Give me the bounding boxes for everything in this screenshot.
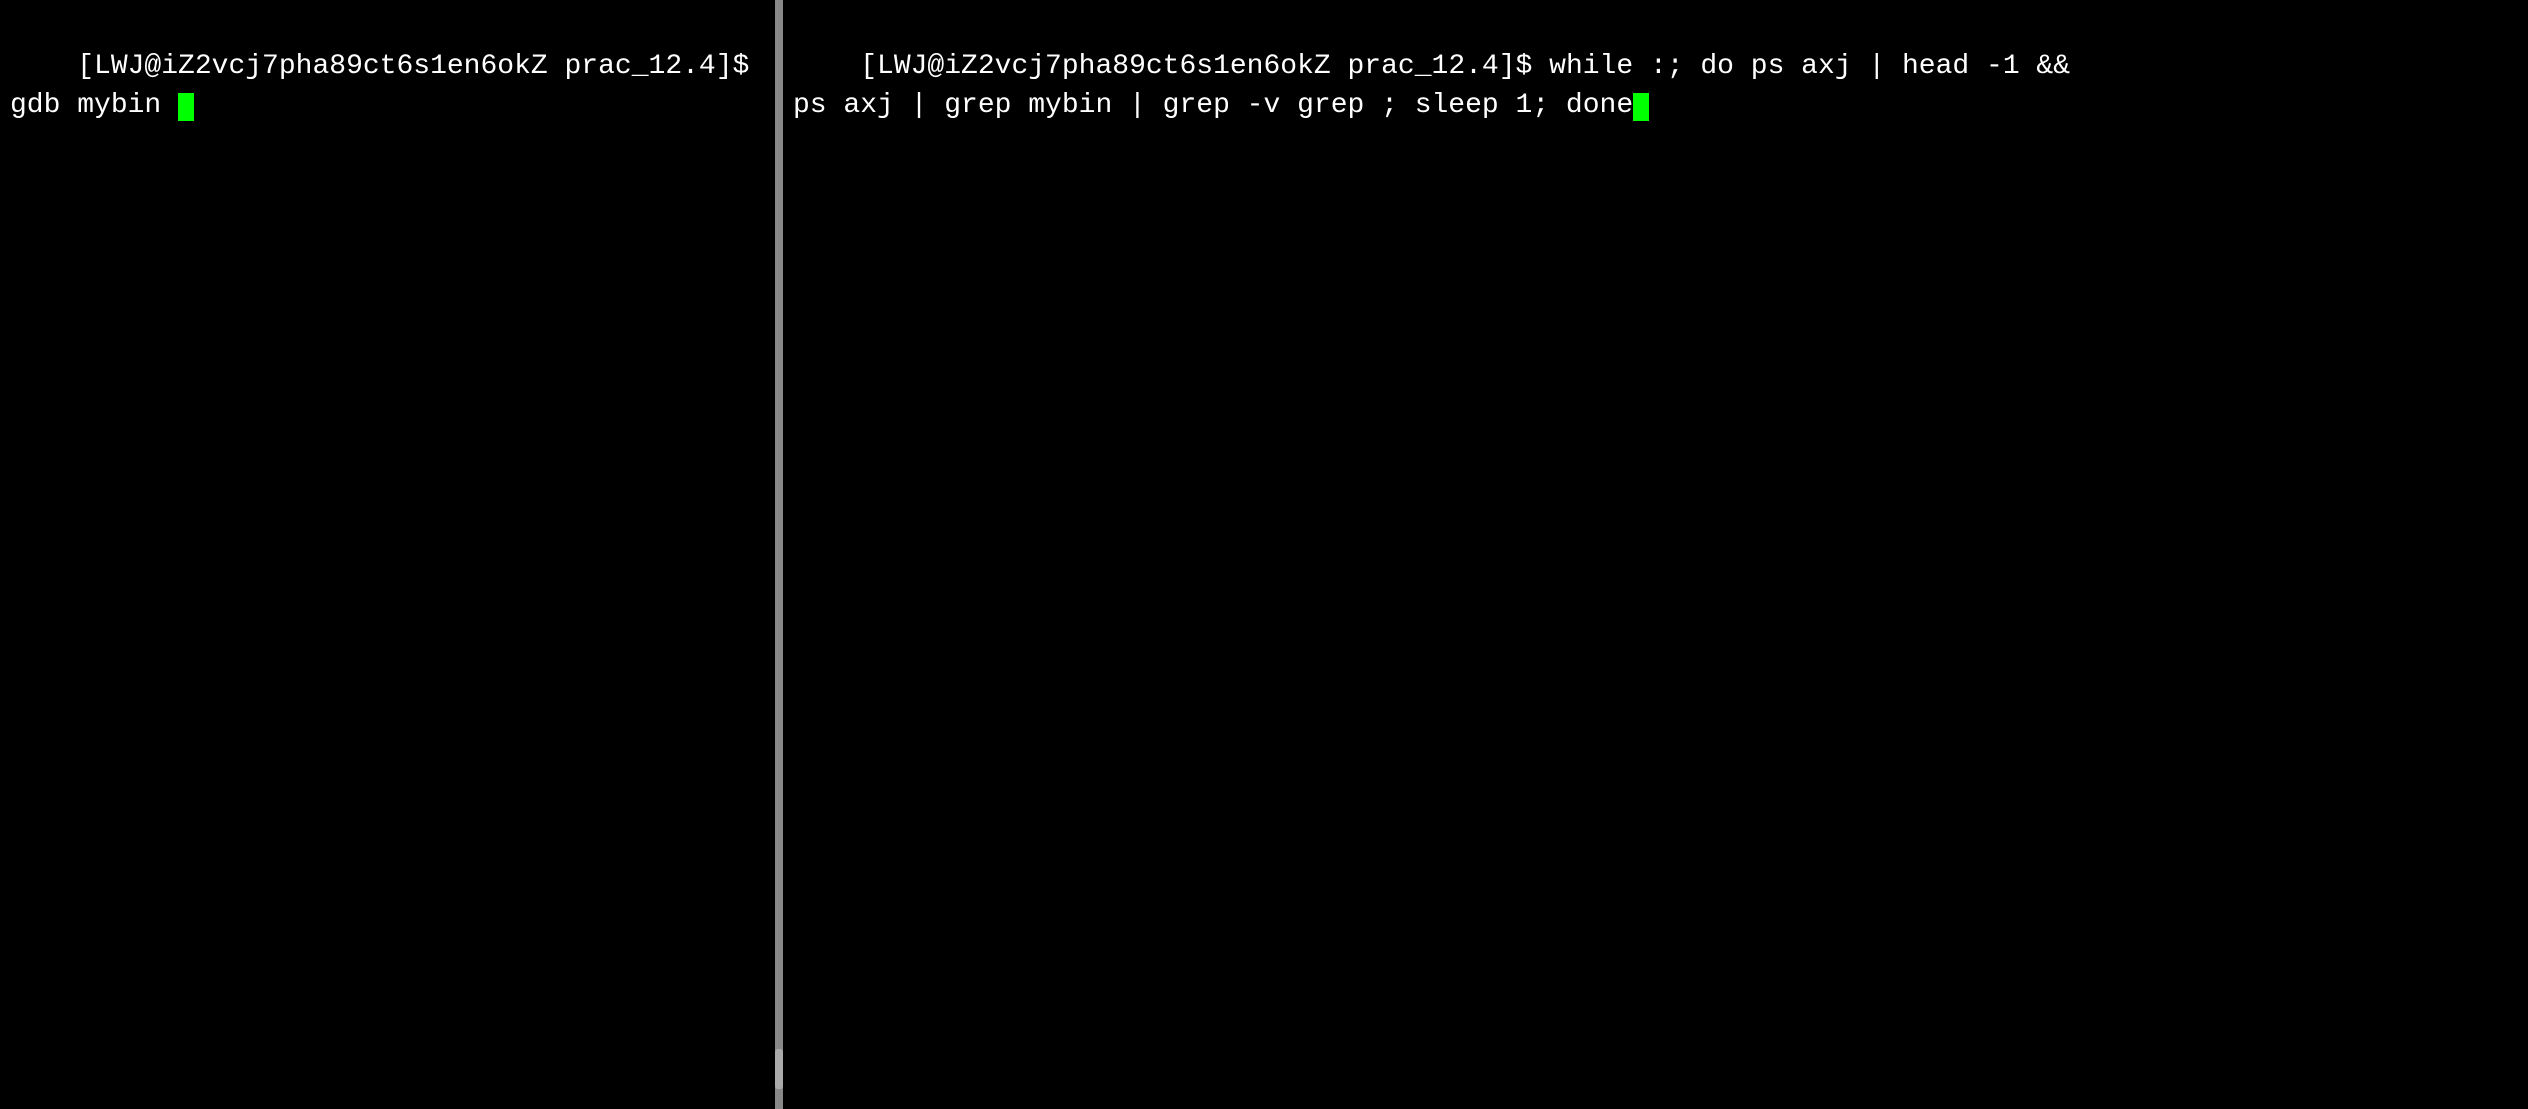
terminal-left[interactable]: [LWJ@iZ2vcj7pha89ct6s1en6okZ prac_12.4]$… [0,0,775,1109]
left-cursor [178,93,194,121]
left-command: gdb mybin [10,90,178,121]
pane-divider[interactable] [775,0,783,1109]
terminal-right-content: [LWJ@iZ2vcj7pha89ct6s1en6okZ prac_12.4]$… [793,8,2518,165]
right-prompt: [LWJ@iZ2vcj7pha89ct6s1en6okZ prac_12.4]$ [860,51,1549,82]
left-prompt: [LWJ@iZ2vcj7pha89ct6s1en6okZ prac_12.4]$ [77,51,766,82]
terminal-right[interactable]: [LWJ@iZ2vcj7pha89ct6s1en6okZ prac_12.4]$… [783,0,2528,1109]
terminal-left-content: [LWJ@iZ2vcj7pha89ct6s1en6okZ prac_12.4]$… [10,8,765,165]
right-cursor [1633,93,1649,121]
divider-handle [775,1049,783,1089]
